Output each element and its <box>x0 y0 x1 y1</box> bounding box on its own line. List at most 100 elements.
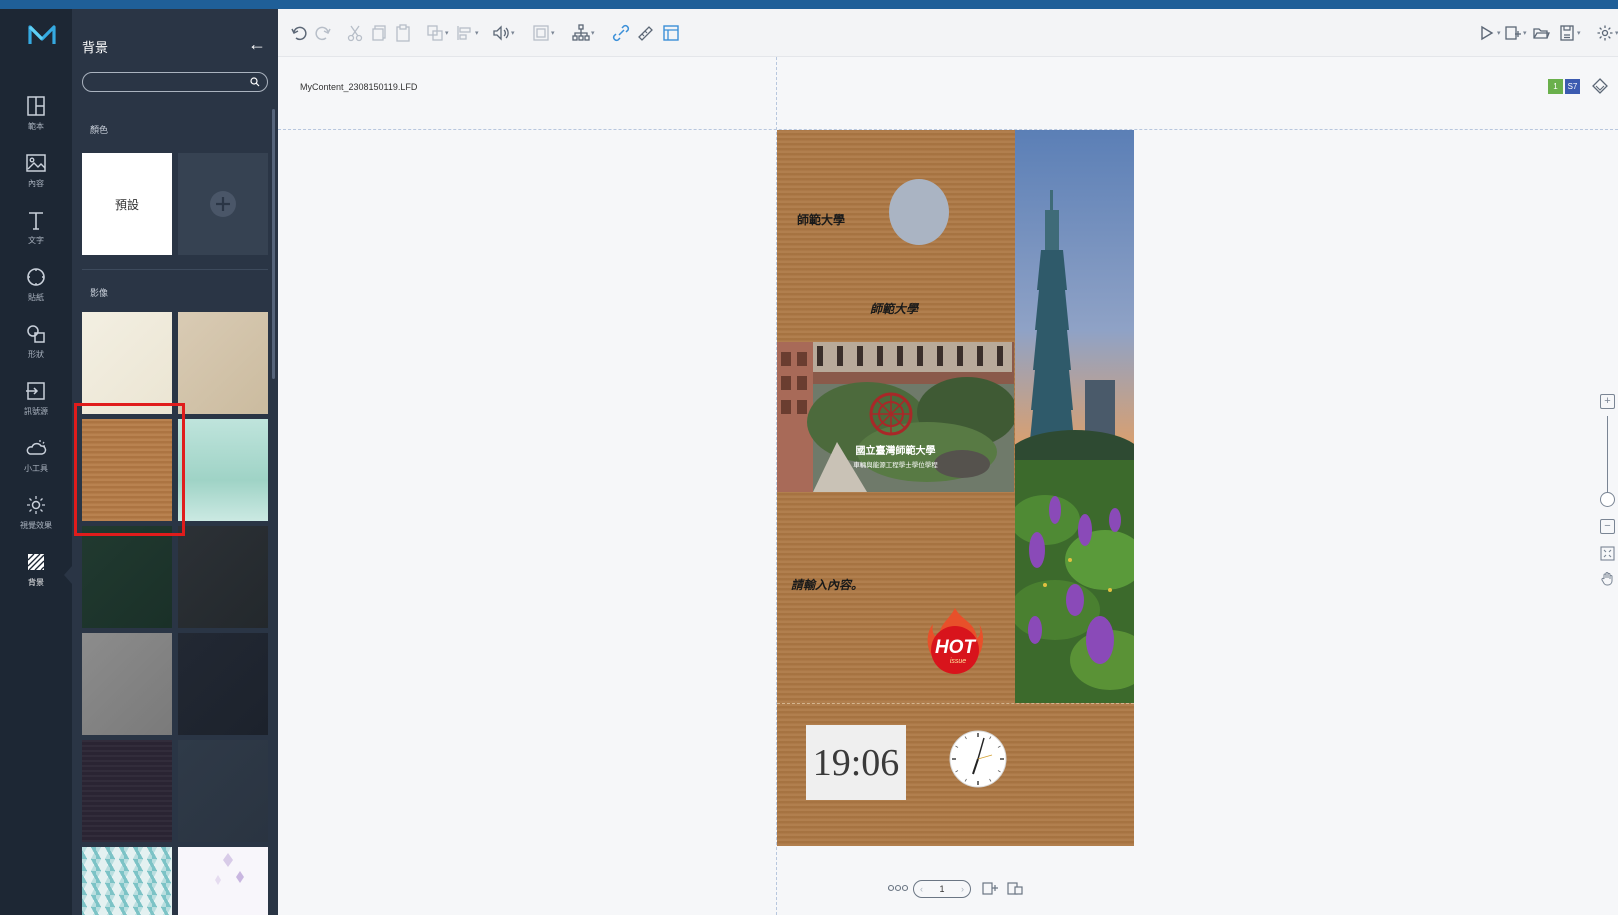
page-navigator: ‹ 1 › <box>913 880 971 898</box>
arrange-dropdown[interactable]: ▾ <box>426 23 449 43</box>
bg-tile-beige[interactable] <box>178 312 268 414</box>
campus-subtitle: 車輛與能源工程學士學位學程 <box>853 462 938 469</box>
hand-icon <box>1601 572 1613 586</box>
rail-item-text[interactable]: 文字 <box>0 203 72 257</box>
pan-hand-button[interactable] <box>1600 571 1615 586</box>
bg-tile-slate[interactable] <box>178 740 268 842</box>
bg-tile-purple-stripe[interactable] <box>82 740 172 842</box>
undo-button[interactable] <box>290 23 308 43</box>
fit-screen-button[interactable] <box>1600 546 1615 561</box>
bg-tile-navy[interactable] <box>178 633 268 735</box>
bg-tile-chalk-dark[interactable] <box>178 526 268 628</box>
rail-item-content[interactable]: 內容 <box>0 146 72 200</box>
plus-icon <box>210 191 236 217</box>
rail-item-background[interactable]: 背景 <box>0 545 72 599</box>
text-box-placeholder[interactable]: 請輸入內容。 <box>791 576 863 593</box>
save-dropdown[interactable]: ▾ <box>1558 23 1581 43</box>
rail-item-label: 小工具 <box>24 464 48 473</box>
volume-icon <box>493 25 509 41</box>
circle-shape[interactable] <box>889 179 949 245</box>
rail-item-widget[interactable]: 小工具 <box>0 431 72 485</box>
play-dropdown[interactable]: ▾ <box>1478 23 1501 43</box>
grid-button[interactable] <box>662 23 680 43</box>
open-folder-button[interactable] <box>1532 23 1550 43</box>
rail-item-label: 範本 <box>28 122 44 131</box>
settings-icon <box>1597 25 1613 41</box>
taipei-101-photo[interactable] <box>1015 130 1134 703</box>
paste-icon <box>396 24 410 42</box>
image-icon <box>26 154 46 172</box>
text-box-subtitle[interactable]: 師範大學 <box>870 300 918 317</box>
more-pages-icon <box>888 884 908 892</box>
search-input[interactable] <box>82 72 268 92</box>
zoom-slider-track[interactable] <box>1607 416 1608 494</box>
zoom-slider-knob[interactable] <box>1600 492 1615 507</box>
rail-item-shape[interactable]: 形狀 <box>0 317 72 371</box>
copy-button[interactable] <box>370 23 388 43</box>
artboard[interactable]: 師範大學 師範大學 國立臺灣師範大學 車輛與能源工程學士學位學程 請輸入內容。 … <box>777 130 1134 846</box>
ruler-button[interactable] <box>636 23 654 43</box>
taipei-101-image <box>1015 130 1134 703</box>
window-top-strip <box>0 0 1618 9</box>
paste-button[interactable] <box>394 23 412 43</box>
campus-photo[interactable]: 國立臺灣師範大學 車輛與能源工程學士學位學程 <box>777 342 1014 492</box>
group-icon <box>533 25 549 41</box>
copy-icon <box>372 25 386 41</box>
link-icon <box>612 24 630 42</box>
bg-tile-cardboard[interactable] <box>82 419 172 521</box>
search-icon[interactable] <box>250 77 260 87</box>
add-page-dropdown[interactable]: ▾ <box>1504 23 1527 43</box>
active-rail-pointer <box>64 566 72 584</box>
duplicate-page-button[interactable] <box>1007 878 1023 898</box>
bg-tile-aqua[interactable] <box>178 419 268 521</box>
volume-dropdown[interactable]: ▾ <box>492 23 515 43</box>
rail-item-label: 內容 <box>28 179 44 188</box>
cut-button[interactable] <box>346 23 364 43</box>
align-dropdown[interactable]: ▾ <box>456 23 479 43</box>
default-color-swatch[interactable]: 預設 <box>82 153 172 255</box>
current-page-number[interactable]: 1 <box>939 884 944 894</box>
rail-item-effects[interactable]: 視覺效果 <box>0 488 72 542</box>
play-icon <box>1481 25 1494 41</box>
bg-tile-gray[interactable] <box>82 633 172 735</box>
add-color-button[interactable] <box>178 153 268 255</box>
back-arrow-icon[interactable]: ← <box>248 35 266 53</box>
bg-tile-triangles[interactable] <box>82 847 172 915</box>
digital-clock-widget[interactable]: 19:06 <box>806 725 906 800</box>
zoom-out-button[interactable]: − <box>1600 519 1615 534</box>
page-overview-button[interactable] <box>888 878 908 898</box>
hierarchy-icon <box>572 24 590 41</box>
rail-item-template[interactable]: 範本 <box>0 89 72 143</box>
text-box-title[interactable]: 師範大學 <box>797 211 845 228</box>
hierarchy-dropdown[interactable]: ▾ <box>572 23 595 43</box>
campus-title: 國立臺灣師範大學 <box>855 446 936 457</box>
zoom-in-button[interactable]: + <box>1600 394 1615 409</box>
region-separator <box>777 703 1134 704</box>
group-dropdown[interactable]: ▾ <box>532 23 555 43</box>
bg-tile-cream[interactable] <box>82 312 172 414</box>
add-page-button[interactable] <box>982 878 998 898</box>
campus-photo-image <box>777 342 1014 492</box>
rail-item-label: 背景 <box>28 578 44 587</box>
ruler-icon <box>638 26 653 41</box>
shape-icon <box>27 325 45 343</box>
prev-page-button[interactable]: ‹ <box>920 884 923 894</box>
bg-tile-diamonds[interactable] <box>178 847 268 915</box>
bg-tile-chalk-green[interactable] <box>82 526 172 628</box>
redo-button[interactable] <box>314 23 332 43</box>
analog-clock-widget[interactable] <box>948 727 1008 791</box>
next-page-button[interactable]: › <box>961 884 964 894</box>
layers-icon[interactable] <box>1592 78 1608 94</box>
settings-dropdown[interactable]: ▾ <box>1596 23 1618 43</box>
main-toolbar: ▾ ▾ ▾ ▾ ▾ ▾ ▾ ▾ ▾ <box>278 9 1618 57</box>
hot-issue-sticker[interactable]: HOT issue <box>925 606 985 678</box>
sticker-icon <box>27 268 45 286</box>
panel-scrollbar[interactable] <box>272 109 275 379</box>
effects-icon <box>27 496 45 514</box>
link-button[interactable] <box>612 23 630 43</box>
image-section-label: 影像 <box>90 288 109 298</box>
rail-item-sticker[interactable]: 貼紙 <box>0 260 72 314</box>
rail-item-signal[interactable]: 訊號源 <box>0 374 72 428</box>
screen-badge: S7 <box>1565 79 1580 94</box>
rail-item-label: 訊號源 <box>24 407 48 416</box>
